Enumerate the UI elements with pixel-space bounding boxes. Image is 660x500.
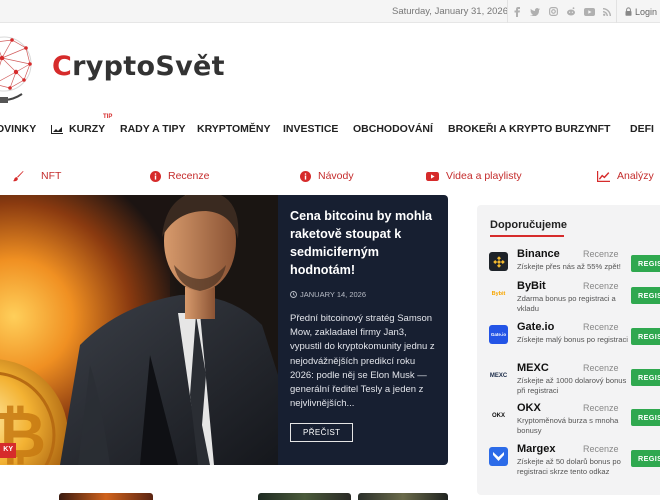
youtube-icon <box>426 171 439 181</box>
register-button[interactable]: REGISTRACE <box>631 328 660 345</box>
review-link[interactable]: Recenze <box>583 444 619 454</box>
okx-icon: OKX <box>491 412 505 419</box>
logo-initial: C <box>52 51 73 82</box>
youtube-icon[interactable] <box>580 0 598 23</box>
gateio-icon: Gate.io <box>489 325 508 344</box>
category-navigation: NFT Recenze Návody Videa a playlisty Ana… <box>0 163 660 189</box>
nav-item-rady-a-tipy[interactable]: RADY A TIPY <box>120 123 186 135</box>
featured-article[interactable]: ₿ Cena bitcoinu by mohla raketově stoupa… <box>0 195 448 465</box>
review-link[interactable]: Recenze <box>583 403 619 413</box>
exchange-item-okx: OKX OKX Recenze Kryptoměnová burza s mno… <box>489 402 660 442</box>
exchange-name[interactable]: ByBit <box>517 280 546 292</box>
subnav-label: Videa a playlisty <box>446 170 522 182</box>
featured-article-title[interactable]: Cena bitcoinu by mohla raketově stoupat … <box>290 207 436 279</box>
exchange-description: Získejte přes nás až 55% zpět! <box>517 262 621 271</box>
subnav-item-navody[interactable]: Návody <box>300 170 354 182</box>
article-thumbnail[interactable] <box>258 493 351 500</box>
review-link[interactable]: Recenze <box>583 363 619 373</box>
nav-item-defi[interactable]: DEFI <box>630 123 654 135</box>
login-label: Login <box>635 6 658 17</box>
info-icon <box>150 170 161 182</box>
subnav-label: NFT <box>41 170 62 182</box>
login-link[interactable]: Login <box>616 0 657 23</box>
register-button[interactable]: REGISTRACE <box>631 255 660 272</box>
nav-item-novinky[interactable]: OVINKY <box>0 123 36 135</box>
nav-item-kurzy[interactable]: KURZY <box>69 123 105 135</box>
logo-wordmark: ryptoSvět <box>72 51 225 82</box>
featured-article-panel: Cena bitcoinu by mohla raketově stoupat … <box>278 195 448 465</box>
nav-item-investice[interactable]: INVESTICE <box>283 123 338 135</box>
exchange-description: Kryptoměnová burza s mnoha bonusy <box>517 416 619 435</box>
review-link[interactable]: Recenze <box>583 281 619 291</box>
subnav-item-analyzy[interactable]: Analýzy <box>597 170 654 182</box>
review-link[interactable]: Recenze <box>583 249 619 259</box>
subnav-label: Návody <box>318 170 354 182</box>
subnav-label: Analýzy <box>617 170 654 182</box>
paintbrush-icon <box>13 170 24 181</box>
featured-article-excerpt: Přední bitcoinový stratég Samson Mow, za… <box>290 313 435 410</box>
subnav-item-recenze[interactable]: Recenze <box>150 170 209 182</box>
binance-icon <box>489 252 508 271</box>
chart-icon <box>51 125 63 134</box>
mexc-icon: MEXC <box>489 372 508 379</box>
exchange-name[interactable]: Gate.io <box>517 321 554 333</box>
lock-icon <box>625 7 632 16</box>
tip-badge: TIP <box>103 114 113 120</box>
rss-icon[interactable] <box>598 0 616 23</box>
article-thumbnail[interactable] <box>358 493 448 500</box>
clock-icon <box>290 291 297 298</box>
exchange-description: Zdarma bonus po registraci a vkladu <box>517 294 616 313</box>
exchange-item-gateio: Gate.io Gate.io Recenze Získejte malý bo… <box>489 321 660 361</box>
exchange-item-mexc: MEXC MEXC Recenze Získejte až 1000 dolar… <box>489 362 660 402</box>
exchange-item-margex: Margex Recenze Získejte až 50 dolarů bon… <box>489 443 660 483</box>
article-thumbnail[interactable] <box>59 493 153 500</box>
current-date: Saturday, January 31, 2026 <box>391 6 508 17</box>
category-badge[interactable]: KY <box>0 443 16 458</box>
sidebar-title: Doporučujeme <box>490 219 568 231</box>
social-links <box>507 0 616 23</box>
info-icon <box>300 170 311 182</box>
featured-article-image: ₿ <box>0 195 278 465</box>
nav-item-brokeri[interactable]: BROKEŘI A KRYPTO BURZY <box>448 123 591 135</box>
site-logo[interactable]: CryptoSvět <box>52 51 225 82</box>
nav-item-kryptomeny[interactable]: KRYPTOMĚNY <box>197 123 271 135</box>
date-label: JANUARY 14, 2026 <box>300 290 367 299</box>
facebook-icon[interactable] <box>508 0 526 23</box>
network-globe-logo-icon <box>0 36 32 103</box>
exchange-name[interactable]: Binance <box>517 248 560 260</box>
subnav-label: Recenze <box>168 170 210 182</box>
exchange-description: Získejte až 50 dolarů bonus po registrac… <box>517 457 621 476</box>
exchange-name[interactable]: OKX <box>517 402 541 414</box>
subnav-item-nft[interactable]: NFT <box>13 170 61 182</box>
title-underline <box>490 235 564 237</box>
register-button[interactable]: REGISTRACE <box>631 450 660 467</box>
top-bar: Saturday, January 31, 2026 Login <box>0 0 660 23</box>
bybit-icon: Bybit <box>491 290 506 297</box>
review-link[interactable]: Recenze <box>583 322 619 332</box>
nav-item-obchodovani[interactable]: OBCHODOVÁNÍ <box>353 123 433 135</box>
line-chart-icon <box>597 170 610 182</box>
read-more-button[interactable]: PŘEČIST <box>290 423 354 443</box>
margex-icon <box>489 447 508 466</box>
recommended-sidebar: Doporučujeme Binance Recenze Získejte př… <box>477 205 660 495</box>
nav-item-nft[interactable]: NFT <box>590 123 610 135</box>
exchange-item-bybit: Bybit ByBit Recenze Zdarma bonus po regi… <box>489 280 660 320</box>
exchange-description: Získejte až 1000 dolarový bonus při regi… <box>517 376 627 395</box>
register-button[interactable]: REGISTRACE <box>631 369 660 386</box>
exchange-description: Získejte malý bonus po registraci <box>517 335 628 344</box>
reddit-icon[interactable] <box>562 0 580 23</box>
subnav-item-videa[interactable]: Videa a playlisty <box>426 170 522 182</box>
register-button[interactable]: REGISTRACE <box>631 287 660 304</box>
exchange-name[interactable]: Margex <box>517 443 556 455</box>
exchange-name[interactable]: MEXC <box>517 362 549 374</box>
instagram-icon[interactable] <box>544 0 562 23</box>
register-button[interactable]: REGISTRACE <box>631 409 660 426</box>
twitter-icon[interactable] <box>526 0 544 23</box>
featured-article-date: JANUARY 14, 2026 <box>290 290 436 299</box>
main-navigation: OVINKY KURZY TIP RADY A TIPY KRYPTOMĚNY … <box>0 114 660 140</box>
